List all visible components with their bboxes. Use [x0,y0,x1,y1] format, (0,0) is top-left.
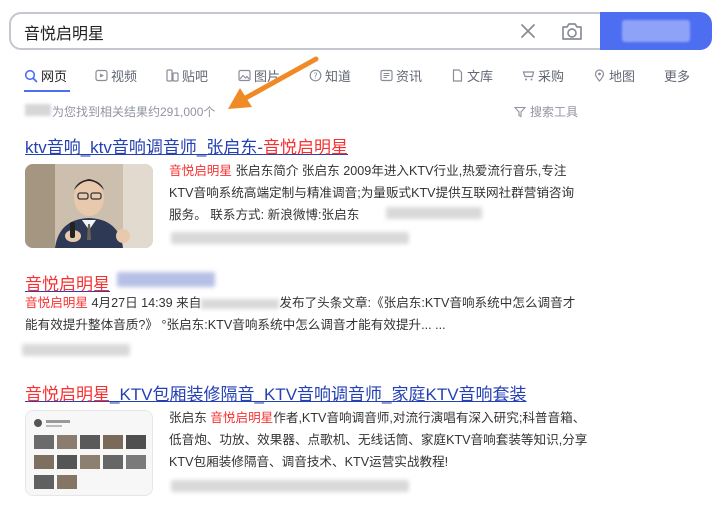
doc-icon [452,69,463,82]
result-snippet-2: 音悦启明星 4月27日 14:39 来自 发布了头条文章:《张启东:KTV音响系统… [25,292,580,336]
tab-label: 贴吧 [182,69,209,84]
active-tab-indicator [24,90,70,92]
camera-icon[interactable] [560,20,584,42]
snippet-highlight: 音悦启明星 [169,164,232,178]
redacted-text [25,104,51,116]
result-count: 为您找到相关结果约291,000个 [52,105,216,119]
redacted-source-line [171,232,409,244]
tab-label: 采购 [538,69,565,84]
snippet-meta: 4月27日 14:39 来自 [87,296,202,310]
redacted-title-suffix [117,272,215,287]
tab-label: 地图 [609,69,636,84]
result-title-1[interactable]: ktv音响_ktv音响调音师_张启东-音悦启明星 [25,133,348,158]
tab-label: 资讯 [396,69,423,84]
redacted-text [386,207,482,219]
filter-icon [514,106,526,117]
search-button-label-blurred [622,20,690,42]
result-snippet-1: 音悦启明星 张启东简介 张启东 2009年进入KTV行业,热爱流行音乐,专注KT… [169,160,579,226]
redacted-source-line [22,344,130,356]
tab-purchase[interactable]: 采购 [522,66,564,85]
snippet-highlight: 音悦启明星 [25,296,88,310]
tab-wenku[interactable]: 文库 [451,66,493,85]
tab-news[interactable]: 资讯 [380,66,422,85]
cart-icon [522,71,535,81]
tab-label: 文库 [467,69,494,84]
tab-map[interactable]: 地图 [593,66,635,85]
result-title-text: ktv音响_ktv音响调音师_张启东- [25,138,264,157]
search-tools-label: 搜索工具 [530,105,579,119]
search-input[interactable]: 音悦启明星 [24,20,104,44]
result-title-text: _KTV包厢装修隔音_KTV音响调音师_家庭KTV音响套装 [110,385,527,404]
tab-label: 网页 [41,69,68,84]
tieba-icon [166,69,179,82]
tab-label: 知道 [325,69,352,84]
tab-web[interactable]: 网页 [24,66,67,85]
search-tools-button[interactable]: 搜索工具 [514,103,578,120]
tab-label: 更多 [664,69,691,84]
news-icon [380,69,393,82]
video-icon [95,69,108,82]
redacted-source-line [171,480,409,492]
tab-tieba[interactable]: 贴吧 [166,66,208,85]
tab-video[interactable]: 视频 [95,66,137,85]
result-thumbnail-webpage[interactable] [25,410,153,496]
tab-label: 视频 [111,69,138,84]
result-title-highlight: 音悦启明星 [263,138,349,157]
snippet-text: 张启东 [169,411,211,425]
result-title-3[interactable]: 音悦启明星_KTV包厢装修隔音_KTV音响调音师_家庭KTV音响套装 [25,380,527,405]
tab-more[interactable]: 更多 [664,66,690,85]
map-icon [594,69,605,82]
redacted-text [201,298,280,309]
result-thumbnail-person[interactable] [25,164,153,248]
search-icon [24,69,38,82]
clear-icon[interactable] [518,21,538,41]
snippet-highlight: 音悦启明星 [210,411,274,425]
annotation-arrow-icon [228,56,319,109]
result-title-highlight: 音悦启明星 [25,385,110,404]
result-snippet-3: 张启东 音悦启明星作者,KTV音响调音师,对流行演唱有深入研究;科普音箱、低音炮… [169,407,589,473]
